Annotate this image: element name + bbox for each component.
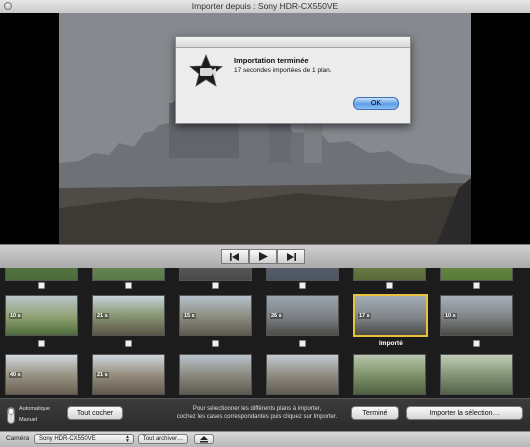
clip-thumbnail-selected[interactable]: 17 s: [353, 294, 428, 337]
instruction-line-2: cochez les cases correspondantes puis cl…: [176, 414, 338, 420]
imovie-star-icon: [188, 53, 224, 88]
clip-checkbox[interactable]: [125, 340, 132, 347]
clip-thumbnail[interactable]: 26 s: [266, 295, 339, 336]
clip-browser: 10 s 21 s 15 s 26 s 17 s 10 s Importé 40…: [0, 268, 530, 398]
check-all-button[interactable]: Tout cocher: [67, 406, 123, 420]
import-complete-dialog: Importation terminée 17 secondes importé…: [175, 36, 411, 124]
imported-label: Importé: [379, 340, 403, 347]
camera-select[interactable]: Sony HDR-CX550VE ▲ ▼: [34, 434, 134, 444]
clip-checkbox[interactable]: [473, 282, 480, 289]
clip-thumbnail[interactable]: 21 s: [92, 354, 165, 395]
clip-duration: 26 s: [270, 313, 283, 319]
clip-checkbox[interactable]: [38, 282, 45, 289]
clip-duration: 17 s: [358, 313, 371, 319]
clip-checkbox[interactable]: [212, 340, 219, 347]
clip-duration: 21 s: [96, 313, 109, 319]
skip-back-button[interactable]: [221, 249, 249, 264]
status-bar: Caméra Sony HDR-CX550VE ▲ ▼ Tout archiver…: [0, 431, 530, 447]
clip-thumbnail[interactable]: 15 s: [179, 295, 252, 336]
clip-thumbnail[interactable]: [440, 268, 513, 281]
clip-checkbox[interactable]: [299, 340, 306, 347]
clip-thumbnail[interactable]: [266, 268, 339, 281]
play-button[interactable]: [249, 249, 277, 264]
popup-arrows-icon: ▲ ▼: [125, 434, 130, 444]
clip-duration: 10 s: [444, 313, 457, 319]
clip-checkbox[interactable]: [125, 282, 132, 289]
clip-thumbnail[interactable]: [5, 268, 78, 281]
clip-thumbnail[interactable]: 10 s: [5, 295, 78, 336]
clip-duration: 21 s: [96, 372, 109, 378]
camera-select-value: Sony HDR-CX550VE: [39, 436, 96, 442]
eject-icon: [200, 436, 208, 443]
archive-all-button[interactable]: Tout archiver…: [138, 434, 188, 444]
instruction-text: Pour sélectionner les différents plans à…: [162, 405, 352, 421]
import-footer: Automatique Manuel Tout cocher Pour séle…: [0, 398, 530, 432]
instruction-line-1: Pour sélectionner les différents plans à…: [192, 406, 322, 412]
clip-thumbnail[interactable]: 40 s: [5, 354, 78, 395]
skip-forward-button[interactable]: [277, 249, 305, 264]
eject-button[interactable]: [194, 434, 214, 444]
mode-auto-label: Automatique: [19, 406, 50, 412]
clip-thumbnail[interactable]: [440, 354, 513, 395]
transport-bar: [0, 244, 530, 270]
clip-checkbox[interactable]: [386, 282, 393, 289]
dialog-message: 17 secondes importées de 1 plan.: [234, 67, 332, 74]
mode-toggle-knob: [8, 408, 14, 415]
done-button[interactable]: Terminé: [351, 406, 399, 420]
clip-checkbox[interactable]: [38, 340, 45, 347]
clip-duration: 40 s: [9, 372, 22, 378]
clip-duration: 10 s: [9, 313, 22, 319]
import-selection-button[interactable]: Importer la sélection…: [406, 406, 523, 420]
mode-toggle[interactable]: [7, 407, 15, 424]
clip-checkbox[interactable]: [212, 282, 219, 289]
window-titlebar: Importer depuis : Sony HDR-CX550VE: [0, 0, 530, 14]
clip-checkbox[interactable]: [473, 340, 480, 347]
clip-thumbnail[interactable]: [266, 354, 339, 395]
window-title: Importer depuis : Sony HDR-CX550VE: [191, 1, 339, 11]
clip-thumbnail[interactable]: [179, 354, 252, 395]
play-icon: [259, 252, 268, 261]
clip-thumbnail[interactable]: 10 s: [440, 295, 513, 336]
clip-thumbnail[interactable]: [92, 268, 165, 281]
dialog-titlebar: [176, 37, 410, 48]
clip-thumbnail[interactable]: [353, 268, 426, 281]
ok-button[interactable]: OK: [353, 97, 399, 110]
clip-thumbnail[interactable]: [179, 268, 252, 281]
dialog-heading: Importation terminée: [234, 56, 309, 65]
clip-duration: 15 s: [183, 313, 196, 319]
clip-thumbnail[interactable]: [353, 354, 426, 395]
mode-manual-label: Manuel: [19, 417, 38, 423]
clip-checkbox[interactable]: [299, 282, 306, 289]
skip-back-icon: [230, 252, 239, 261]
camera-label: Caméra: [6, 435, 30, 442]
clip-thumbnail[interactable]: 21 s: [92, 295, 165, 336]
skip-forward-icon: [287, 252, 296, 261]
